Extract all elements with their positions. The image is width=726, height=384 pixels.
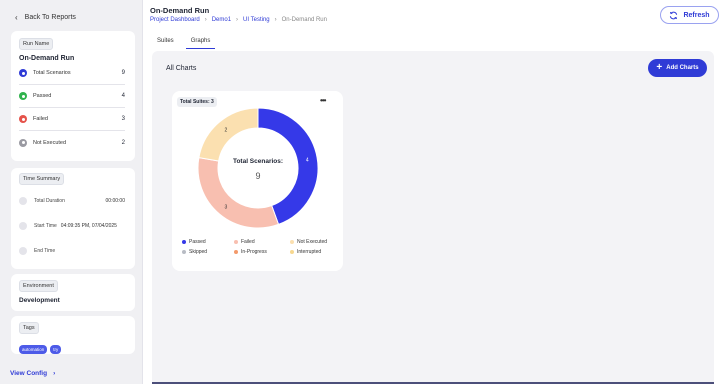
- clock-icon: [19, 197, 27, 205]
- add-charts-button[interactable]: + Add Charts: [648, 59, 707, 77]
- passed-icon: [19, 92, 27, 100]
- legend-swatch: [234, 250, 238, 254]
- time-row-start: Start Time 04:09:35 PM, 07/04/2025: [19, 220, 125, 232]
- breadcrumb-separator-icon: ›: [274, 17, 277, 23]
- run-summary-card: Run Name On-Demand Run Total Scenarios 9…: [11, 31, 135, 161]
- stat-row-not-executed: Not Executed 2: [19, 131, 125, 154]
- back-label: Back To Reports: [24, 14, 76, 21]
- stat-count: 9: [121, 70, 125, 76]
- donut-slices: [197, 107, 319, 229]
- chevron-right-icon: ›: [53, 370, 56, 377]
- graphs-panel: All Charts + Add Charts Total Suites: 3 …: [152, 51, 714, 384]
- tab-graphs[interactable]: Graphs: [185, 38, 216, 49]
- breadcrumb-separator-icon: ›: [204, 17, 207, 23]
- total-scenarios-icon: [19, 69, 27, 77]
- chevron-left-icon: ‹: [15, 13, 18, 22]
- stat-label: Not Executed: [33, 139, 67, 146]
- time-row-duration: Total Duration 00:00:00: [19, 195, 125, 207]
- tab-bar: Suites Graphs: [157, 38, 216, 49]
- tags-list: automation try: [19, 338, 64, 356]
- run-name: On-Demand Run: [19, 55, 75, 62]
- tab-suites[interactable]: Suites: [157, 38, 174, 49]
- page-title: On-Demand Run: [150, 6, 210, 15]
- sidebar: ‹ Back To Reports Run Name On-Demand Run…: [0, 0, 143, 384]
- legend-item-failed[interactable]: Failed: [234, 239, 290, 245]
- stat-label: Passed: [33, 93, 52, 99]
- legend-item-passed[interactable]: Passed: [182, 239, 234, 245]
- time-row-end: End Time: [19, 245, 125, 257]
- scenario-chart-card: Total Suites: 3 ••• 432 Total Scenarios:…: [172, 91, 343, 271]
- time-summary-card: Time Summary Total Duration 00:00:00 Sta…: [11, 168, 135, 269]
- stat-label: Total Scenarios: [33, 70, 71, 76]
- stat-count: 4: [121, 93, 125, 99]
- environment-value: Development: [19, 297, 60, 304]
- more-options-icon[interactable]: •••: [320, 96, 326, 105]
- legend-swatch: [234, 240, 238, 244]
- tags-chip: Tags: [19, 322, 39, 334]
- back-to-reports-link[interactable]: ‹ Back To Reports: [15, 13, 76, 22]
- donut-center-label: Total Scenarios:: [233, 158, 283, 165]
- donut-slice-value-label: 3: [224, 204, 227, 210]
- time-label: Start Time: [34, 223, 57, 229]
- stat-row-total: Total Scenarios 9: [19, 62, 125, 85]
- tags-card: Tags automation try: [11, 316, 135, 354]
- legend-item-interrupted[interactable]: Interrupted: [290, 249, 342, 255]
- donut-slice-failed[interactable]: [197, 157, 280, 229]
- failed-icon: [19, 115, 27, 123]
- view-config-label: View Config: [10, 370, 48, 377]
- breadcrumb-demo1[interactable]: Demo1: [212, 17, 231, 23]
- view-config-link[interactable]: View Config ›: [10, 370, 55, 377]
- time-value: 00:00:00: [105, 198, 125, 204]
- environment-card: Environment Development: [11, 274, 135, 311]
- chart-legend: Passed Failed Not Executed Skipped In-Pr…: [182, 239, 342, 255]
- time-summary-chip: Time Summary: [19, 173, 65, 185]
- stat-count: 2: [121, 139, 125, 146]
- breadcrumb-separator-icon: ›: [236, 17, 239, 23]
- refresh-label: Refresh: [683, 11, 710, 19]
- run-name-chip: Run Name: [19, 38, 54, 50]
- legend-swatch: [182, 250, 186, 254]
- donut-slice-not-executed[interactable]: [198, 107, 259, 162]
- time-value: 04:09:35 PM, 07/04/2025: [60, 223, 117, 229]
- legend-label: Failed: [241, 239, 255, 245]
- clock-icon: [19, 222, 27, 230]
- legend-label: Skipped: [189, 249, 208, 255]
- scenario-donut-chart: 4 3 2 Total Scenarios: 9: [197, 107, 319, 229]
- time-label: Total Duration: [34, 198, 65, 204]
- all-charts-heading: All Charts: [166, 65, 197, 72]
- breadcrumb-current: On-Demand Run: [281, 17, 327, 23]
- not-executed-icon: [19, 138, 27, 147]
- scenario-stats: Total Scenarios 9 Passed 4 Failed 3 Not …: [11, 62, 135, 158]
- donut-center-value: 9: [255, 171, 260, 181]
- clock-icon: [19, 247, 27, 255]
- breadcrumb-project-dashboard[interactable]: Project Dashboard: [150, 17, 200, 23]
- donut-slice-value-label: 2: [224, 128, 227, 134]
- legend-label: In-Progress: [241, 249, 267, 255]
- stat-row-failed: Failed 3: [19, 108, 125, 131]
- legend-swatch: [290, 240, 294, 244]
- plus-icon: +: [656, 62, 663, 73]
- legend-swatch: [182, 240, 186, 244]
- legend-label: Interrupted: [297, 249, 322, 255]
- legend-label: Passed: [189, 239, 206, 245]
- refresh-button[interactable]: Refresh: [660, 6, 719, 24]
- legend-swatch: [290, 250, 294, 254]
- stat-count: 3: [121, 116, 125, 122]
- tag-automation[interactable]: automation: [19, 345, 48, 354]
- breadcrumb-ui-testing[interactable]: UI Testing: [243, 17, 270, 23]
- environment-chip: Environment: [19, 280, 58, 292]
- donut-slice-value-label: 4: [306, 157, 309, 163]
- tag-try[interactable]: try: [50, 345, 62, 354]
- legend-item-not-executed[interactable]: Not Executed: [290, 239, 342, 245]
- time-label: End Time: [34, 248, 56, 254]
- add-charts-label: Add Charts: [666, 65, 699, 71]
- stat-label: Failed: [33, 116, 48, 122]
- legend-label: Not Executed: [297, 239, 328, 245]
- stat-row-passed: Passed 4: [19, 85, 125, 108]
- legend-item-skipped[interactable]: Skipped: [182, 249, 234, 255]
- refresh-icon: [670, 11, 678, 19]
- breadcrumb: Project Dashboard › Demo1 › UI Testing ›…: [150, 17, 327, 23]
- legend-item-in-progress[interactable]: In-Progress: [234, 249, 290, 255]
